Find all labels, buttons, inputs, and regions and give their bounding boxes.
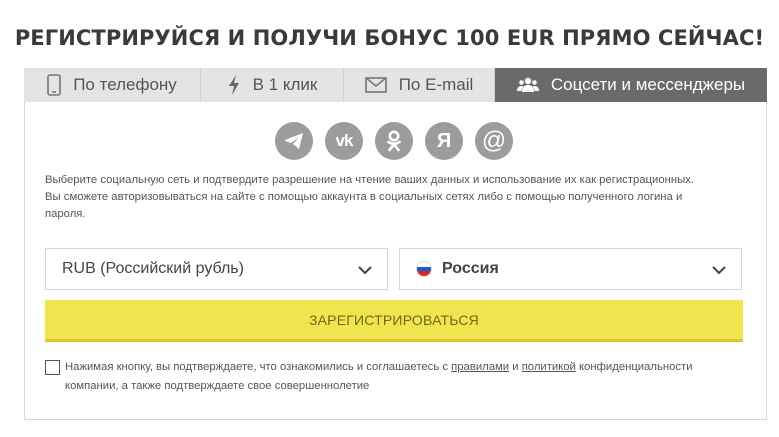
- russia-flag-icon: [416, 261, 432, 277]
- at-glyph: @: [481, 127, 507, 154]
- envelope-icon: [364, 77, 387, 93]
- telegram-icon[interactable]: [275, 122, 313, 160]
- users-icon: [516, 77, 539, 93]
- tab-label: По E-mail: [398, 75, 474, 94]
- yandex-glyph: Я: [436, 129, 452, 152]
- description-line-1: Выберите социальную сеть и подтвердите р…: [45, 174, 695, 186]
- registration-panel: vk Я @ Выберите социальную сеть и подтве…: [24, 102, 767, 420]
- tab-label: В 1 клик: [252, 75, 318, 94]
- agreement: Нажимая кнопку, вы подтверждаете, что оз…: [45, 358, 735, 396]
- tab-one-click[interactable]: В 1 клик: [201, 68, 344, 102]
- chevron-down-icon: [357, 262, 373, 283]
- chevron-down-icon: [711, 262, 727, 283]
- tab-label: Соцсети и мессенджеры: [550, 75, 746, 94]
- tab-by-email[interactable]: По E-mail: [344, 68, 495, 102]
- lightning-icon: [227, 74, 241, 96]
- tab-label: По телефону: [73, 75, 177, 94]
- description-line-2: Вы сможете авторизовываться на сайте с п…: [45, 191, 683, 220]
- registration-tabs: По телефону В 1 клик По E-mail Соцсети и…: [24, 68, 767, 102]
- currency-select[interactable]: RUB (Российский рубль): [45, 248, 388, 290]
- tab-social-networks[interactable]: Соцсети и мессенджеры: [495, 68, 767, 102]
- agreement-text: Нажимая кнопку, вы подтверждаете, что оз…: [45, 358, 735, 396]
- phone-icon: [47, 74, 62, 96]
- vk-icon[interactable]: vk: [325, 122, 363, 160]
- country-select[interactable]: Россия: [399, 248, 742, 290]
- country-value: Россия: [442, 260, 499, 277]
- page-title: РЕГИСТРИРУЙСЯ И ПОЛУЧИ БОНУС 100 EUR ПРЯ…: [14, 26, 765, 50]
- social-description: Выберите социальную сеть и подтвердите р…: [45, 172, 725, 223]
- at-icon[interactable]: @: [475, 122, 513, 160]
- rules-link[interactable]: правилами: [451, 361, 509, 373]
- agreement-text-before: Нажимая кнопку, вы подтверждаете, что оз…: [65, 361, 452, 373]
- currency-value: RUB (Российский рубль): [62, 260, 244, 277]
- odnoklassniki-icon[interactable]: [375, 122, 413, 160]
- register-button[interactable]: ЗАРЕГИСТРИРОВАТЬСЯ: [45, 300, 743, 342]
- tab-by-phone[interactable]: По телефону: [24, 68, 201, 102]
- agreement-text-and: и: [509, 361, 522, 373]
- yandex-icon[interactable]: Я: [425, 122, 463, 160]
- social-network-list: vk Я @: [275, 122, 513, 160]
- policy-link[interactable]: политикой: [522, 361, 576, 373]
- vk-glyph: vk: [335, 131, 354, 150]
- agreement-checkbox[interactable]: [45, 360, 60, 375]
